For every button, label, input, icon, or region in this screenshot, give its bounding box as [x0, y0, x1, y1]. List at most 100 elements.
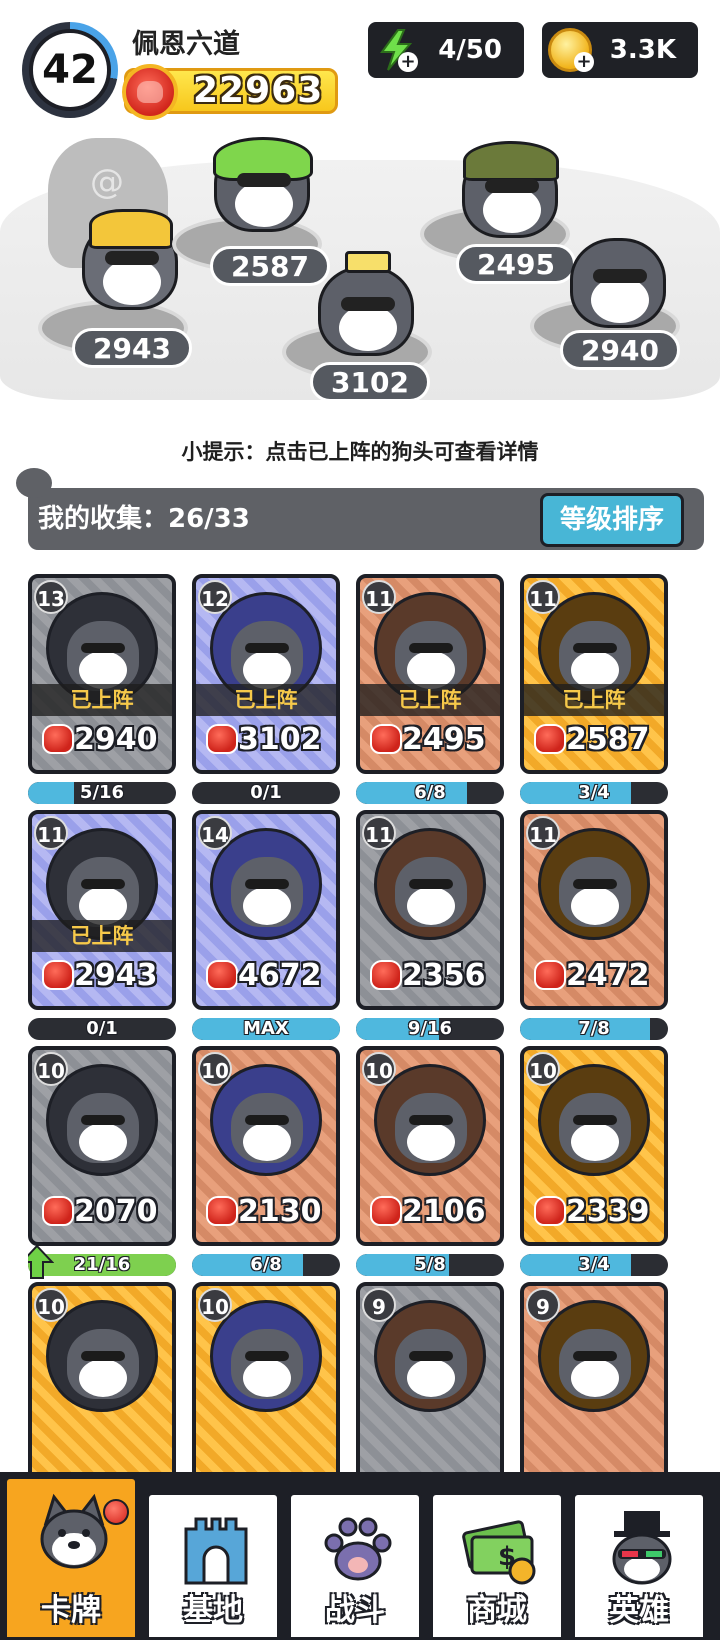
- dog-card[interactable]: 11 2356 9/16: [356, 810, 504, 1042]
- card-frame[interactable]: 13 已上阵 2940: [28, 574, 176, 774]
- dog-card[interactable]: 11 已上阵 2943 0/1: [28, 810, 176, 1042]
- card-power: 4672: [202, 954, 330, 998]
- progress-text: 0/1: [86, 1018, 118, 1039]
- coin-counter[interactable]: + 3.3K: [542, 22, 698, 78]
- lineup-scene: 2943 2587 3102 2495 2940: [0, 120, 720, 420]
- nav-tab-cards[interactable]: 卡牌: [4, 1476, 138, 1640]
- dog-face-icon: [395, 1329, 467, 1399]
- fist-icon: [206, 960, 238, 990]
- player-name: 佩恩六道: [132, 29, 240, 60]
- dog-card[interactable]: 13 已上阵 2940 5/16: [28, 574, 176, 806]
- nav-label-shop: 商城: [467, 1593, 527, 1628]
- card-frame[interactable]: 9: [520, 1282, 668, 1474]
- hint-text: 小提示：点击已上阵的狗头可查看详情: [181, 440, 539, 464]
- dog-card[interactable]: 11 已上阵 2495 6/8: [356, 574, 504, 806]
- progress-text: 6/8: [250, 1254, 282, 1275]
- card-level-badge: 11: [526, 580, 560, 614]
- card-frame[interactable]: 11 2356: [356, 810, 504, 1010]
- dog-face-icon: [559, 857, 631, 927]
- nav-tab-battle[interactable]: 战斗: [288, 1492, 422, 1640]
- dog-card[interactable]: 10: [28, 1282, 176, 1474]
- progress-text: 3/4: [578, 1254, 610, 1275]
- hero-dog-icon: [612, 1511, 672, 1585]
- fist-icon: [370, 1196, 402, 1226]
- dog-face-icon: [231, 1093, 303, 1163]
- dog-card[interactable]: 12 已上阵 3102 0/1: [192, 574, 340, 806]
- lineup-dog-army-helmet[interactable]: [462, 141, 559, 238]
- collection-bar: 我的收集：26/33 等级排序: [16, 468, 704, 550]
- progress-text: 0/1: [250, 782, 282, 803]
- energy-counter[interactable]: + 4/50: [368, 22, 524, 78]
- money-icon: $: [462, 1520, 536, 1585]
- card-frame[interactable]: 11 已上阵 2495: [356, 574, 504, 774]
- card-frame[interactable]: 9: [356, 1282, 504, 1474]
- lineup-dog-plain[interactable]: [570, 238, 666, 328]
- card-frame[interactable]: 10 2070: [28, 1046, 176, 1246]
- lineup-dog-dino-hood[interactable]: [213, 137, 313, 232]
- card-frame[interactable]: 11 2472: [520, 810, 668, 1010]
- card-shard-progress: 6/8: [356, 782, 504, 804]
- card-power-value: 2339: [566, 1194, 650, 1229]
- lineup-dog-crown-shades[interactable]: [318, 251, 414, 356]
- card-level-badge: 11: [362, 580, 396, 614]
- card-grid: 13 已上阵 2940 5/16 12 已上阵 3102 0/1 11 已上阵 2495 6/8 11 已…: [28, 574, 696, 1474]
- dog-card[interactable]: 9: [356, 1282, 504, 1474]
- card-level-badge: 12: [198, 580, 232, 614]
- dog-card[interactable]: 11 已上阵 2587 3/4: [520, 574, 668, 806]
- notification-dot: [103, 1499, 129, 1525]
- dog-face-icon: [559, 1329, 631, 1399]
- fist-icon: [42, 960, 74, 990]
- fist-icon: [206, 1196, 238, 1226]
- card-frame[interactable]: 14 4672: [192, 810, 340, 1010]
- dog-card[interactable]: 10 2106 5/8: [356, 1046, 504, 1278]
- dog-card[interactable]: 10: [192, 1282, 340, 1474]
- dog-card[interactable]: 10 2070 21/16: [28, 1046, 176, 1280]
- card-frame[interactable]: 11 已上阵 2587: [520, 574, 668, 774]
- card-power: 2940: [38, 718, 166, 762]
- card-level-badge: 10: [34, 1288, 68, 1322]
- card-frame[interactable]: 12 已上阵 3102: [192, 574, 340, 774]
- progress-text: 3/4: [578, 782, 610, 803]
- add-coin-icon[interactable]: +: [574, 52, 594, 72]
- lineup-power-2: 2587: [210, 246, 330, 286]
- deployed-label: 已上阵: [196, 684, 336, 716]
- card-frame[interactable]: 10: [28, 1282, 176, 1474]
- player-level-ring[interactable]: 42: [22, 22, 118, 118]
- card-power: 2472: [530, 954, 658, 998]
- dog-card[interactable]: 9: [520, 1282, 668, 1474]
- deployed-label: 已上阵: [524, 684, 664, 716]
- card-shard-progress: 7/8: [520, 1018, 668, 1040]
- nav-tab-shop[interactable]: $ 商城: [430, 1492, 564, 1640]
- nav-tab-base[interactable]: 基地: [146, 1492, 280, 1640]
- dog-card[interactable]: 11 2472 7/8: [520, 810, 668, 1042]
- add-energy-icon[interactable]: +: [398, 52, 418, 72]
- player-level: 42: [29, 29, 111, 111]
- card-frame[interactable]: 10 2130: [192, 1046, 340, 1246]
- card-shard-progress: 5/8: [356, 1254, 504, 1276]
- fist-icon: [370, 724, 402, 754]
- dog-face-icon: [67, 1093, 139, 1163]
- lineup-dog-gold-armor[interactable]: [82, 209, 178, 310]
- card-frame[interactable]: 10 2339: [520, 1046, 668, 1246]
- upgrade-arrow-icon[interactable]: [28, 1244, 54, 1280]
- nav-label-heroes: 英雄: [609, 1593, 669, 1628]
- lineup-power-3: 3102: [310, 362, 430, 402]
- card-frame[interactable]: 11 已上阵 2943: [28, 810, 176, 1010]
- card-power-value: 2940: [74, 722, 158, 757]
- coin-amount: 3.3K: [609, 35, 676, 65]
- card-frame[interactable]: 10 2106: [356, 1046, 504, 1246]
- card-shard-progress: 3/4: [520, 782, 668, 804]
- card-collection-screen: 42 佩恩六道 22963 + 4/50 + 3.3K 2943 2587: [0, 0, 720, 1640]
- dog-card[interactable]: 10 2130 6/8: [192, 1046, 340, 1278]
- card-frame[interactable]: 10: [192, 1282, 340, 1474]
- card-level-badge: 11: [526, 816, 560, 850]
- progress-text: 5/8: [414, 1254, 446, 1275]
- card-power-value: 2472: [566, 958, 650, 993]
- fist-icon: [42, 724, 74, 754]
- nav-tab-heroes[interactable]: 英雄: [572, 1492, 706, 1640]
- card-power: 2130: [202, 1190, 330, 1234]
- dog-card[interactable]: 10 2339 3/4: [520, 1046, 668, 1278]
- sort-by-level-button[interactable]: 等级排序: [540, 493, 684, 547]
- dog-card[interactable]: 14 4672 MAX: [192, 810, 340, 1042]
- card-level-badge: 9: [362, 1288, 396, 1322]
